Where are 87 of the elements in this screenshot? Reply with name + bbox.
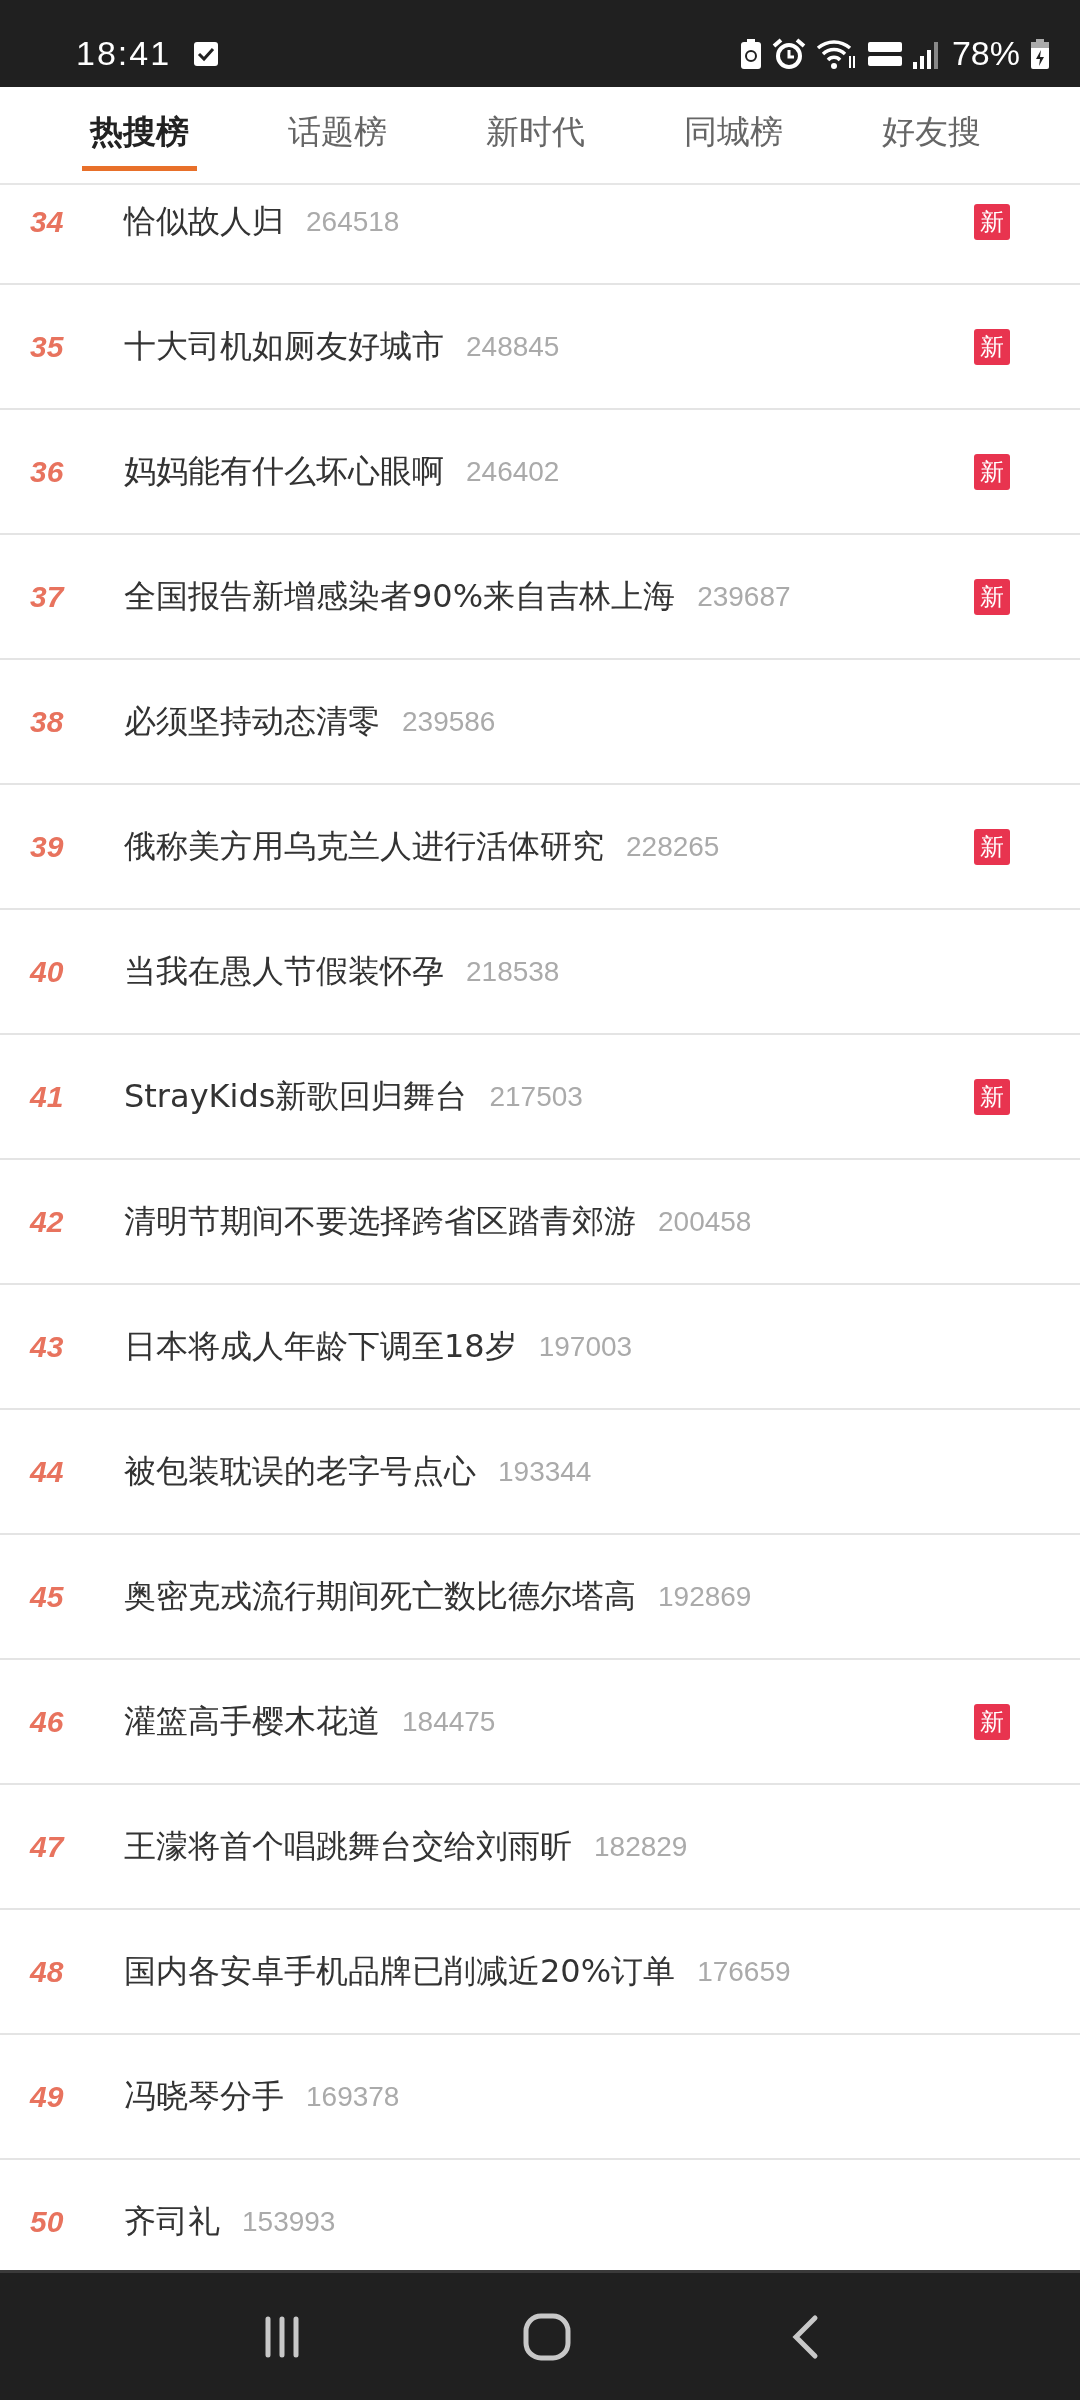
topic-title: 全国报告新增感染者90%来自吉林上海 [124,575,676,617]
hot-search-row[interactable]: 47 王濛将首个唱跳舞台交给刘雨昕 182829 [0,1785,1080,1910]
search-count: 200458 [658,1205,752,1238]
tab[interactable]: 新时代 [477,99,593,171]
rank-number: 37 [30,579,66,614]
rank-number: 39 [30,829,65,864]
topic-title: 齐司礼 [124,2200,220,2242]
topic-title: 俄称美方用乌克兰人进行活体研究 [124,825,604,867]
hot-search-row[interactable]: 49 冯晓琴分手 169378 [0,2035,1080,2160]
rank-number: 48 [30,1954,65,1989]
new-badge: 新 [974,203,1010,240]
topic-title: 灌篮高手樱木花道 [124,1700,380,1742]
wifi-icon [815,37,858,70]
topic-title: 奥密克戎流行期间死亡数比德尔塔高 [124,1575,636,1617]
battery-percentage: 78% [951,34,1020,73]
new-badge: 新 [974,1703,1010,1740]
hot-search-row[interactable]: 39 俄称美方用乌克兰人进行活体研究 228265 新 [0,785,1080,910]
rank-number: 50 [30,2204,65,2239]
hot-search-row[interactable]: 38 必须坚持动态清零 239586 [0,660,1080,785]
topic-title: StrayKids新歌回归舞台 [124,1075,468,1117]
search-count: 192869 [658,1580,752,1613]
search-count: 239586 [402,705,496,738]
hot-search-row[interactable]: 37 全国报告新增感染者90%来自吉林上海 239687 新 [0,535,1080,660]
hot-search-row[interactable]: 34 恰似故人归 264518 新 [0,185,1080,285]
checkbox-notification-icon [193,40,220,67]
search-count: 228265 [626,830,720,863]
topic-title: 恰似故人归 [124,200,284,242]
hot-search-row[interactable]: 40 当我在愚人节假装怀孕 218538 [0,910,1080,1035]
search-count: 176659 [697,1955,791,1988]
topic-title: 冯晓琴分手 [124,2075,284,2117]
clock-time: 18:41 [76,34,172,73]
topic-title: 妈妈能有什么坏心眼啊 [124,450,444,492]
rank-number: 43 [30,1329,65,1364]
rank-number: 42 [30,1204,65,1239]
new-badge: 新 [974,453,1010,490]
rank-number: 49 [30,2079,65,2114]
rank-number: 44 [30,1454,65,1489]
rank-number: 34 [30,204,65,239]
rank-number: 35 [30,329,65,364]
rank-number: 36 [30,454,65,489]
topic-title: 国内各安卓手机品牌已削减近20%订单 [124,1950,676,1992]
search-count: 246402 [466,455,560,488]
new-badge: 新 [974,1078,1010,1115]
tab[interactable]: 同城榜 [675,99,791,171]
topic-title: 清明节期间不要选择跨省区踏青郊游 [124,1200,636,1242]
search-count: 184475 [402,1705,496,1738]
search-count: 197003 [538,1330,633,1363]
search-count: 264518 [306,205,400,238]
alarm-icon [771,37,806,70]
rank-number: 41 [30,1079,65,1114]
topic-title: 王濛将首个唱跳舞台交给刘雨昕 [124,1825,572,1867]
battery-charging-icon [1030,37,1050,70]
topic-title: 日本将成人年龄下调至18岁 [124,1325,517,1367]
home-icon[interactable] [523,2312,571,2361]
rank-number: 45 [30,1579,65,1614]
topic-title: 当我在愚人节假装怀孕 [124,950,444,992]
search-count: 239687 [697,580,791,613]
hot-search-row[interactable]: 45 奥密克戎流行期间死亡数比德尔塔高 192869 [0,1535,1080,1660]
battery-saver-icon [739,37,762,70]
tab[interactable]: 热搜榜 [81,99,197,171]
search-count: 217503 [489,1080,583,1113]
tab[interactable]: 话题榜 [279,99,395,171]
hot-search-row[interactable]: 48 国内各安卓手机品牌已削减近20%订单 176659 [0,1910,1080,2035]
search-count: 169378 [306,2080,400,2113]
hot-search-row[interactable]: 46 灌篮高手樱木花道 184475 新 [0,1660,1080,1785]
search-count: 153993 [242,2205,336,2238]
topic-title: 必须坚持动态清零 [124,700,380,742]
hot-search-row[interactable]: 36 妈妈能有什么坏心眼啊 246402 新 [0,410,1080,535]
tab[interactable]: 好友搜 [873,99,989,171]
hot-search-row[interactable]: 43 日本将成人年龄下调至18岁 197003 [0,1285,1080,1410]
hot-search-row[interactable]: 35 十大司机如厕友好城市 248845 新 [0,285,1080,410]
new-badge: 新 [974,328,1010,365]
search-count: 193344 [498,1455,592,1488]
topic-title: 被包装耽误的老字号点心 [124,1450,476,1492]
search-count: 248845 [466,330,560,363]
rank-number: 47 [30,1829,66,1864]
rank-number: 38 [30,704,65,739]
new-badge: 新 [974,828,1010,865]
new-badge: 新 [974,578,1010,615]
search-count: 218538 [466,955,560,988]
search-count: 182829 [594,1830,688,1863]
hot-search-row[interactable]: 44 被包装耽误的老字号点心 193344 [0,1410,1080,1535]
rank-number: 40 [30,954,65,989]
rank-number: 46 [30,1704,65,1739]
hot-search-row[interactable]: 42 清明节期间不要选择跨省区踏青郊游 200458 [0,1160,1080,1285]
topic-title: 十大司机如厕友好城市 [124,325,444,367]
hot-search-row[interactable]: 41 StrayKids新歌回归舞台 217503 新 [0,1035,1080,1160]
